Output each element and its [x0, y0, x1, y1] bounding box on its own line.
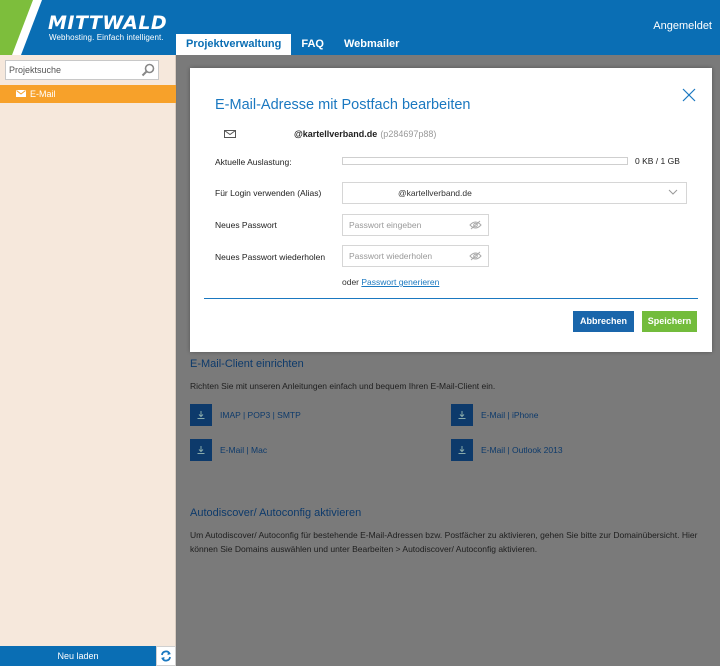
new-password-label: Neues Passwort [215, 220, 277, 230]
download-icon [451, 404, 473, 426]
autodiscover-title: Autodiscover/ Autoconfig aktivieren [190, 507, 362, 519]
usage-progress-bar [342, 157, 628, 165]
mailbox-id: (p284697p88) [380, 129, 437, 139]
mailbox-domain: @kartellverband.de [294, 129, 378, 139]
download-iphone[interactable]: E-Mail | iPhone [451, 404, 538, 426]
envelope-icon [16, 90, 26, 98]
logo-tagline: Webhosting. Einfach intelligent. [49, 33, 164, 42]
download-label: IMAP | POP3 | SMTP [220, 410, 301, 420]
alias-selected-value: @kartellverband.de [398, 188, 472, 198]
download-icon [190, 439, 212, 461]
main-nav: Projektverwaltung FAQ Webmailer [176, 34, 409, 55]
chevron-down-icon [668, 189, 678, 195]
download-imap[interactable]: IMAP | POP3 | SMTP [190, 404, 301, 426]
cancel-button[interactable]: Abbrechen [573, 311, 634, 332]
sidebar-item-email[interactable]: E-Mail [0, 85, 176, 103]
edit-mailbox-dialog: E-Mail-Adresse mit Postfach bearbeiten @… [190, 68, 712, 352]
tab-projektverwaltung[interactable]: Projektverwaltung [176, 34, 292, 55]
download-icon [451, 439, 473, 461]
autodiscover-text: Um Autodiscover/ Autoconfig für bestehen… [190, 530, 698, 554]
eye-slash-icon[interactable] [469, 220, 482, 230]
login-status[interactable]: Angemeldet [653, 20, 712, 32]
sidebar-item-label: E-Mail [30, 89, 56, 99]
sidebar: E-Mail Neu laden [0, 55, 176, 666]
project-search [5, 60, 159, 80]
alias-label: Für Login verwenden (Alias) [215, 188, 322, 198]
logo: MITTWALD [48, 12, 168, 34]
download-label: E-Mail | iPhone [481, 410, 539, 420]
mailbox-address: @kartellverband.de (p284697p88) [224, 129, 436, 139]
eye-slash-icon[interactable] [469, 251, 482, 261]
repeat-password-label: Neues Passwort wiederholen [215, 252, 326, 262]
envelope-icon [224, 130, 236, 138]
repeat-password-field [342, 245, 489, 267]
tab-webmailer[interactable]: Webmailer [334, 34, 409, 55]
new-password-field [342, 214, 489, 236]
alias-select[interactable]: @kartellverband.de [342, 182, 687, 204]
tab-faq[interactable]: FAQ [291, 34, 334, 55]
download-icon [190, 404, 212, 426]
save-button[interactable]: Speichern [642, 311, 697, 332]
new-password-input[interactable] [343, 215, 463, 235]
repeat-password-input[interactable] [343, 246, 463, 266]
download-outlook[interactable]: E-Mail | Outlook 2013 [451, 439, 563, 461]
usage-label: Aktuelle Auslastung: [215, 157, 292, 167]
search-icon[interactable] [141, 63, 155, 77]
download-mac[interactable]: E-Mail | Mac [190, 439, 267, 461]
close-icon[interactable] [682, 88, 696, 102]
generate-prefix: oder [342, 277, 360, 287]
usage-value: 0 KB / 1 GB [635, 156, 680, 166]
refresh-icon [161, 650, 171, 662]
refresh-icon-button[interactable] [156, 646, 176, 666]
project-search-input[interactable] [6, 61, 136, 79]
dialog-title: E-Mail-Adresse mit Postfach bearbeiten [215, 97, 471, 113]
download-label: E-Mail | Outlook 2013 [481, 445, 563, 455]
reload-button[interactable]: Neu laden [0, 646, 156, 666]
generate-password-row: oder Passwort generieren [342, 277, 439, 287]
client-setup-text: Richten Sie mit unseren Anleitungen einf… [190, 381, 496, 391]
top-header: MITTWALD Webhosting. Einfach intelligent… [0, 0, 720, 55]
generate-password-link[interactable]: Passwort generieren [361, 277, 439, 287]
download-label: E-Mail | Mac [220, 445, 268, 455]
dialog-divider [204, 298, 698, 299]
client-setup-title: E-Mail-Client einrichten [190, 358, 304, 370]
